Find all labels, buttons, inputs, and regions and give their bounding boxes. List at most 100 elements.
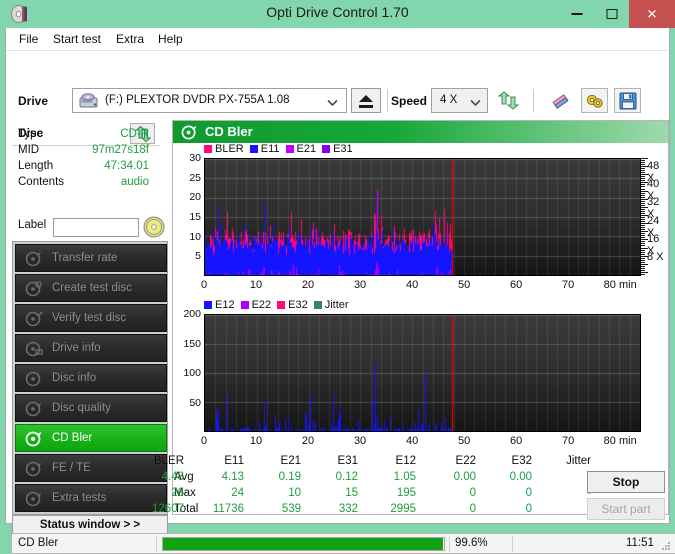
drive-value: (F:) PLEXTOR DVDR PX-755A 1.08: [105, 94, 290, 106]
title-bar: Opti Drive Control 1.70 ✕: [0, 0, 675, 28]
status-divider-1: [156, 536, 157, 552]
sidebar-item-create-test-disc[interactable]: Create test disc: [15, 274, 167, 302]
disc-type-label: Type: [18, 128, 43, 140]
disc-label-cd-button[interactable]: [143, 216, 165, 238]
drive-icon: [79, 93, 99, 109]
disc-label-label: Label: [18, 219, 47, 231]
eject-button[interactable]: [351, 88, 381, 113]
stats-column-header: E22: [455, 455, 476, 467]
legend-label-e31: E31: [333, 143, 353, 155]
legend-label-e12: E12: [215, 299, 235, 311]
menu-item-extra[interactable]: Extra: [109, 31, 151, 48]
disc-icon: [181, 124, 198, 141]
erase-button[interactable]: [548, 88, 575, 113]
sidebar-item-disc-quality[interactable]: Disc quality: [15, 394, 167, 422]
menu-bar: File Start test Extra Help: [6, 28, 669, 50]
x-tick-label: 50: [457, 435, 471, 447]
status-divider-2: [449, 536, 450, 552]
maximize-button[interactable]: [594, 0, 629, 28]
disc-icon: [25, 340, 43, 358]
e12-chart: E12 E22 E32 Jitter 50 100 150 200 0 10 20 30 40 50 6…: [173, 299, 668, 454]
x-tick-label: 70: [562, 279, 575, 291]
legend-label-e22: E22: [251, 299, 272, 311]
sidebar-item-label: Disc info: [52, 372, 97, 384]
speed-select[interactable]: 4 X: [431, 88, 488, 113]
refresh-button[interactable]: [495, 88, 522, 113]
disc-icon: [25, 490, 43, 508]
x-tick-label: 20: [301, 435, 315, 447]
stats-cell: 0: [525, 487, 532, 499]
status-divider-3: [512, 536, 513, 552]
x-tick-label: 0: [200, 435, 208, 447]
legend-swatch-e11: [249, 145, 258, 153]
stats-column-header: BLER: [153, 455, 184, 467]
y-tick-label: 20: [189, 191, 201, 204]
sidebar-item-label: Extra tests: [52, 492, 107, 504]
drive-select[interactable]: (F:) PLEXTOR DVDR PX-755A 1.08: [72, 88, 347, 113]
x-tick-label: 0: [200, 279, 208, 291]
stats-cell: -: [533, 471, 591, 483]
disc-icon: i: [25, 370, 43, 388]
minimize-button[interactable]: [559, 0, 594, 28]
disc-row: MID 97m27s18f: [6, 144, 161, 160]
y-tick-label: 30: [189, 152, 201, 164]
sidebar-item-transfer-rate[interactable]: Transfer rate: [15, 244, 167, 272]
stats-column-header: E32: [511, 455, 532, 467]
legend-swatch-e21: [285, 145, 294, 153]
menu-item-start-test[interactable]: Start test: [46, 31, 108, 48]
stats-cell: 539: [281, 503, 301, 515]
resize-grip[interactable]: [661, 540, 671, 550]
x-tick-label: 30: [353, 435, 367, 447]
stats-cell: 1.05: [393, 471, 416, 483]
x-tick-label: 60: [510, 435, 523, 447]
speed-label: Speed: [391, 94, 428, 108]
disc-icon: [25, 250, 43, 268]
stop-button[interactable]: Stop: [587, 471, 665, 493]
disc-length-label: Length: [18, 160, 54, 172]
bler-chart: BLER E11 E21 E31 5 10 15 20 25 30 0 10 20 30 40 50 60 7…: [173, 143, 668, 301]
bler-plot-area[interactable]: [204, 158, 641, 276]
menu-item-file[interactable]: File: [12, 31, 45, 48]
y-tick-label: 10: [189, 230, 201, 243]
sidebar-item-label: Create test disc: [52, 282, 132, 294]
stats-cell: 0: [525, 503, 532, 515]
stats-cell: 0: [469, 487, 476, 499]
sidebar-item-disc-info[interactable]: i Disc info: [15, 364, 167, 392]
stats-cell: 15: [345, 487, 358, 499]
status-window-button[interactable]: Status window > >: [12, 515, 168, 535]
disc-label-input[interactable]: [53, 218, 139, 237]
stats-column-header: E31: [337, 455, 358, 467]
close-button[interactable]: ✕: [629, 0, 675, 28]
disc-contents-label: Contents: [18, 176, 65, 188]
sidebar-item-drive-info[interactable]: Drive info: [15, 334, 167, 362]
x-tick-label: 40: [405, 279, 419, 291]
legend-swatch-jitter: [313, 301, 322, 309]
disc-type-value: CD-R: [120, 128, 149, 140]
chevron-down-icon: [327, 96, 338, 110]
stats-cell: 4.13: [221, 471, 244, 483]
speed-tick-label: 48 X: [647, 160, 660, 185]
sidebar-item-label: FE / TE: [52, 462, 91, 474]
menu-item-help[interactable]: Help: [151, 31, 190, 48]
legend-swatch-e22: [240, 301, 249, 309]
maximize-icon: [606, 9, 617, 19]
drive-label: Drive: [18, 94, 49, 108]
stats-cell: 2995: [390, 503, 416, 515]
x-tick-label: 30: [353, 279, 367, 291]
x-tick-label: 70: [562, 435, 575, 447]
settings-button[interactable]: [581, 88, 608, 113]
legend-label-jitter: Jitter: [324, 299, 349, 311]
sidebar-item-verify-test-disc[interactable]: Verify test disc: [15, 304, 167, 332]
disc-icon: [25, 430, 43, 448]
disc-icon: [25, 280, 43, 298]
app-window: Opti Drive Control 1.70 ✕ File Start tes…: [0, 0, 675, 554]
save-button[interactable]: [614, 88, 641, 113]
e12-plot-area[interactable]: [204, 314, 641, 432]
legend-swatch-bler: [204, 145, 212, 153]
progress-percent-label: 99.6%: [455, 537, 488, 549]
disc-length-value: 47:34.01: [104, 160, 149, 172]
sidebar-item-cd-bler[interactable]: CD Bler: [15, 424, 167, 452]
progress-bar: [162, 537, 445, 551]
toolbar-divider-1: [387, 89, 388, 112]
sidebar-item-label: Drive info: [52, 342, 101, 354]
